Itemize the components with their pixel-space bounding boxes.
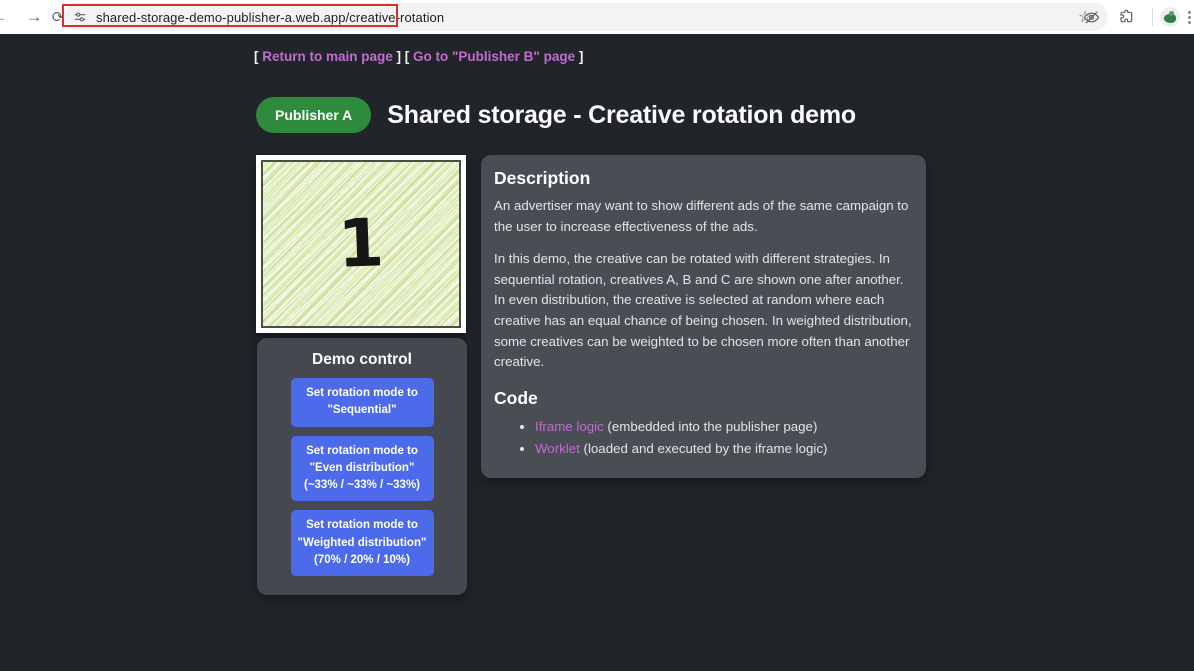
- list-item-text: (loaded and executed by the iframe logic…: [580, 441, 828, 456]
- extensions-icon[interactable]: [1119, 0, 1135, 34]
- description-heading: Description: [494, 168, 912, 189]
- button-label-line: (70% / 20% / 10%): [295, 552, 430, 569]
- ad-creative-iframe: 1: [256, 155, 466, 333]
- page-title: Shared storage - Creative rotation demo: [387, 101, 856, 130]
- url-text[interactable]: shared-storage-demo-publisher-a.web.app/…: [96, 10, 444, 25]
- address-bar[interactable]: shared-storage-demo-publisher-a.web.app/…: [63, 3, 1108, 31]
- iframe-logic-link[interactable]: Iframe logic: [535, 419, 604, 434]
- profile-avatar[interactable]: [1160, 7, 1180, 27]
- button-label-line: Set rotation mode to: [295, 443, 430, 460]
- bracket-text: ]: [575, 49, 583, 64]
- demo-control-panel: Demo control Set rotation mode to "Seque…: [257, 338, 467, 595]
- code-links-list: Iframe logic (embedded into the publishe…: [494, 416, 912, 461]
- demo-control-title: Demo control: [257, 351, 467, 369]
- page-body: [ Return to main page ] [ Go to "Publish…: [0, 34, 1194, 671]
- forward-icon[interactable]: →: [22, 0, 46, 34]
- button-label-line: Set rotation mode to: [295, 385, 430, 402]
- button-label-line: (~33% / ~33% / ~33%): [295, 477, 430, 494]
- button-label-line: Set rotation mode to: [295, 517, 430, 534]
- description-paragraph: An advertiser may want to show different…: [494, 196, 912, 237]
- bracket-text: [: [254, 49, 262, 64]
- page-header: Publisher A Shared storage - Creative ro…: [256, 97, 856, 133]
- description-panel: Description An advertiser may want to sh…: [481, 155, 926, 478]
- creative-number: 1: [337, 210, 385, 278]
- ad-creative-image: 1: [261, 160, 461, 328]
- browser-menu-icon[interactable]: ⋮: [1182, 0, 1194, 34]
- publisher-badge: Publisher A: [256, 97, 371, 133]
- rotation-mode-even-distribution-button[interactable]: Set rotation mode to "Even distribution"…: [291, 436, 434, 502]
- worklet-link[interactable]: Worklet: [535, 441, 580, 456]
- bracket-text: ] [: [393, 49, 413, 64]
- back-icon[interactable]: ←: [0, 0, 11, 34]
- tune-icon[interactable]: [73, 10, 87, 24]
- browser-toolbar: ← → ⟳ shared-storage-demo-publisher-a.we…: [0, 0, 1194, 34]
- toolbar-separator: [1152, 8, 1153, 26]
- list-item: Iframe logic (embedded into the publishe…: [535, 416, 912, 438]
- button-label-line: "Even distribution": [295, 460, 430, 477]
- rotation-mode-weighted-distribution-button[interactable]: Set rotation mode to "Weighted distribut…: [291, 510, 434, 576]
- publisher-b-page-link[interactable]: Go to "Publisher B" page: [413, 49, 575, 64]
- top-nav-links: [ Return to main page ] [ Go to "Publish…: [254, 49, 583, 64]
- bookmark-star-icon[interactable]: ☆: [1078, 0, 1092, 34]
- list-item-text: (embedded into the publisher page): [604, 419, 818, 434]
- list-item: Worklet (loaded and executed by the ifra…: [535, 438, 912, 460]
- code-heading: Code: [494, 388, 912, 409]
- rotation-mode-sequential-button[interactable]: Set rotation mode to "Sequential": [291, 378, 434, 427]
- button-label-line: "Sequential": [295, 402, 430, 419]
- avatar-image-highlight: [1169, 11, 1174, 16]
- description-paragraph: In this demo, the creative can be rotate…: [494, 249, 912, 373]
- return-main-page-link[interactable]: Return to main page: [262, 49, 393, 64]
- button-label-line: "Weighted distribution": [295, 535, 430, 552]
